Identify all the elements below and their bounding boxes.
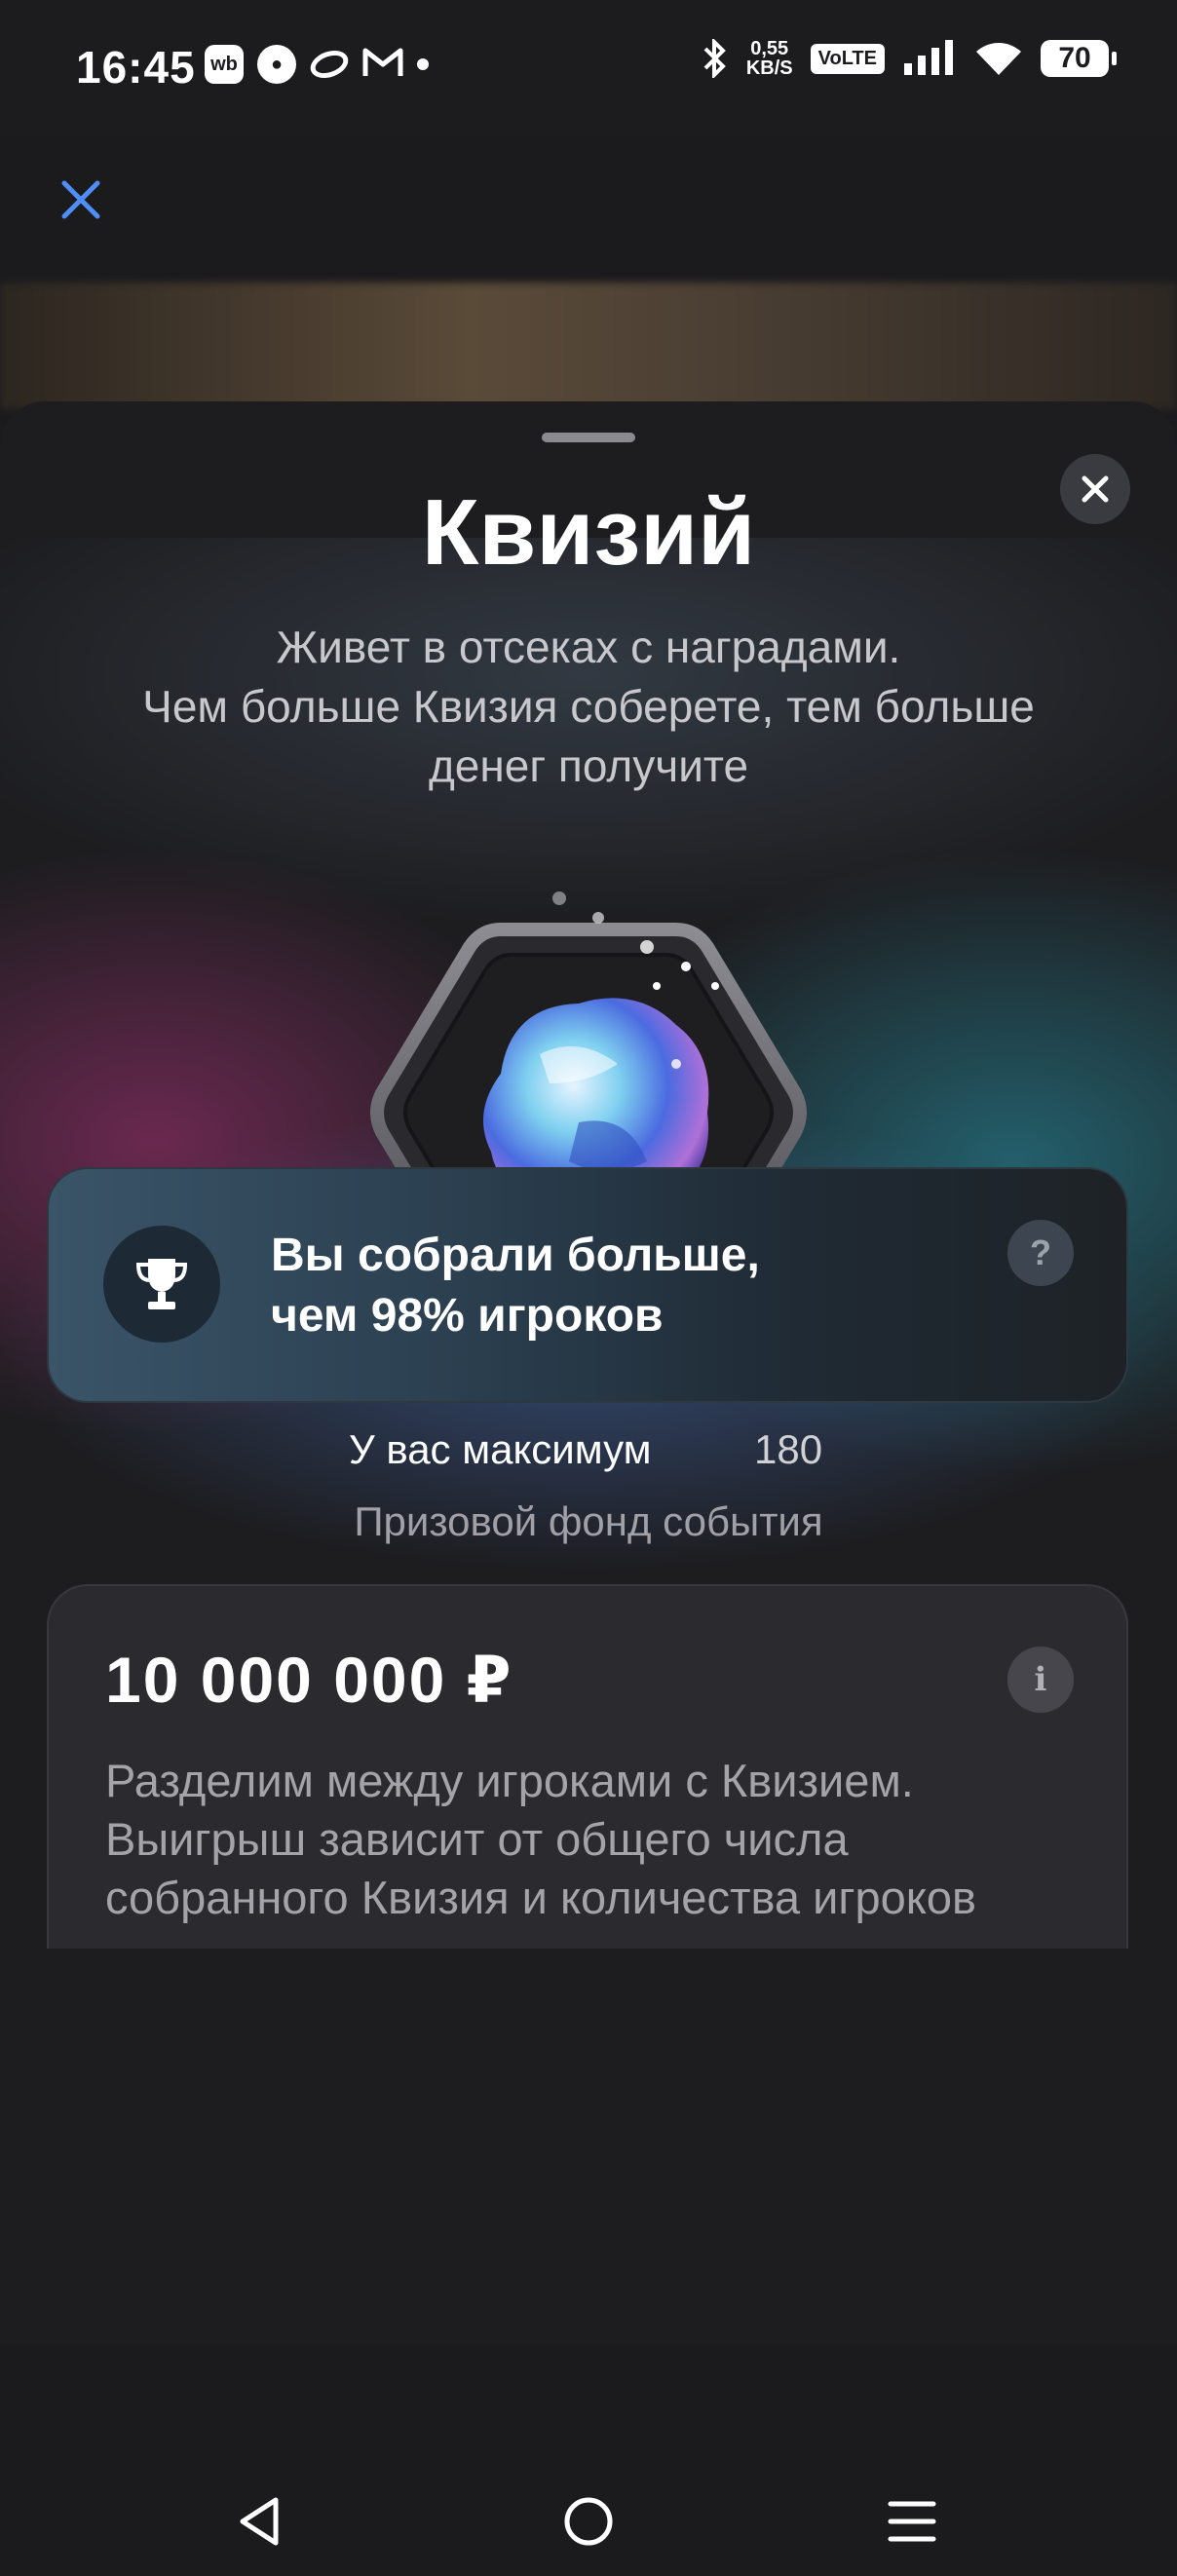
chat-icon: ●	[257, 45, 296, 84]
info-button[interactable]: i	[1007, 1647, 1074, 1713]
volte-badge: VoLTE	[810, 43, 885, 74]
more-notifications-dot-icon	[417, 58, 429, 70]
network-speed: 0,55 KB/S	[745, 38, 793, 79]
clock: 16:45	[76, 42, 196, 93]
prize-fund-card: 10 000 000 ₽ i Разделим между игроками с…	[47, 1584, 1128, 1949]
comparison-text: Вы собрали больше, чем 98% игроков	[271, 1230, 760, 1342]
system-icons: 0,55 KB/S VoLTE 70	[702, 38, 1117, 79]
back-icon	[240, 2497, 279, 2546]
status-bar: 16:45 wb ● 0,55 KB/S VoLTE 70	[0, 0, 1177, 219]
system-navigation-bar	[0, 2344, 1177, 2576]
close-page-button[interactable]	[57, 175, 105, 224]
prize-fund-label: Призовой фонд события	[354, 1498, 823, 1544]
battery-icon: 70	[1041, 40, 1117, 77]
gmail-icon	[362, 46, 403, 84]
players-comparison-card: Вы собрали больше, чем 98% игроков ?	[47, 1167, 1128, 1403]
menu-button[interactable]	[873, 2482, 951, 2560]
home-icon	[564, 2497, 613, 2546]
oval-icon	[306, 45, 353, 84]
back-button[interactable]	[220, 2482, 298, 2560]
trophy-icon	[103, 1226, 220, 1343]
wb-icon: wb	[205, 45, 244, 84]
home-button[interactable]	[550, 2482, 627, 2560]
background-banner	[0, 283, 1177, 409]
sheet-drag-handle[interactable]	[542, 433, 635, 442]
help-button[interactable]: ?	[1007, 1220, 1074, 1286]
sheet-title: Квизий	[421, 480, 756, 585]
max-label: У вас максимум	[349, 1426, 652, 1472]
max-value: 180	[754, 1426, 823, 1472]
prize-amount: 10 000 000 ₽	[105, 1644, 513, 1716]
menu-icon	[888, 2501, 936, 2542]
notification-icons: wb ●	[205, 45, 429, 84]
signal-icon	[904, 40, 953, 75]
wifi-icon	[976, 43, 1021, 75]
sheet-description: Живет в отсеках с наградами. Чем больше …	[142, 622, 1035, 791]
close-icon	[61, 180, 100, 219]
prize-fund-description: Разделим между игроками с Квизием. Выигр…	[105, 1755, 976, 1923]
bluetooth-icon	[703, 39, 726, 78]
